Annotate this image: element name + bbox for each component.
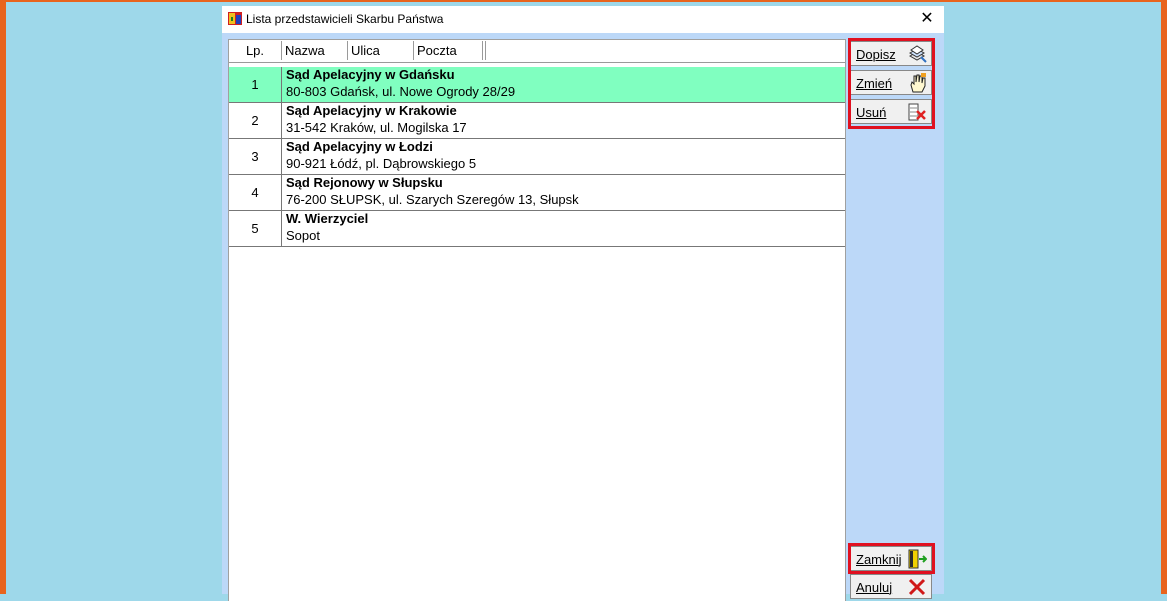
row-number: 1: [229, 67, 282, 102]
row-address: 76-200 SŁUPSK, ul. Szarych Szeregów 13, …: [286, 192, 579, 207]
window-title: Lista przedstawicieli Skarbu Państwa: [246, 12, 444, 26]
add-button-label: Dopisz: [856, 47, 896, 62]
edit-button[interactable]: Zmień: [850, 70, 932, 95]
column-header-poczta[interactable]: Poczta: [413, 41, 481, 60]
column-header-ulica[interactable]: Ulica: [347, 41, 413, 60]
desktop-border-right: [1161, 0, 1167, 594]
close-button-label: Zamknij: [856, 552, 902, 567]
list-header: Lp. Nazwa Ulica Poczta: [229, 40, 845, 63]
edit-button-label: Zmień: [856, 76, 893, 91]
table-row[interactable]: 5 W. Wierzyciel Sopot: [229, 211, 845, 247]
desktop-border-top: [0, 0, 1167, 2]
row-number: 5: [229, 211, 282, 246]
add-record-icon: [908, 45, 927, 63]
close-button[interactable]: Zamknij: [850, 546, 932, 571]
row-number: 3: [229, 139, 282, 174]
row-name: Sąd Apelacyjny w Gdańsku: [286, 67, 455, 82]
row-name: Sąd Apelacyjny w Krakowie: [286, 103, 457, 118]
row-name: Sąd Apelacyjny w Łodzi: [286, 139, 433, 154]
cancel-x-icon: [908, 578, 926, 596]
row-address: 80-803 Gdańsk, ul. Nowe Ogrody 28/29: [286, 84, 516, 99]
table-row[interactable]: 3 Sąd Apelacyjny w Łodzi 90-921 Łódź, pl…: [229, 139, 845, 175]
close-icon[interactable]: ✕: [916, 8, 938, 30]
dialog-client-area: Lp. Nazwa Ulica Poczta 1 Sąd Apelacyjny …: [222, 33, 944, 601]
table-row[interactable]: 1 Sąd Apelacyjny w Gdańsku 80-803 Gdańsk…: [229, 67, 845, 103]
exit-door-icon: [908, 549, 927, 569]
row-name: Sąd Rejonowy w Słupsku: [286, 175, 443, 190]
dialog-window: Lista przedstawicieli Skarbu Państwa ✕ L…: [222, 6, 944, 601]
column-header-end: [482, 41, 486, 60]
delete-button[interactable]: Usuń: [850, 99, 932, 124]
row-number: 2: [229, 103, 282, 138]
column-header-nazwa[interactable]: Nazwa: [281, 41, 347, 60]
delete-button-label: Usuń: [856, 105, 887, 120]
row-address: 31-542 Kraków, ul. Mogilska 17: [286, 120, 467, 135]
delete-record-icon: [908, 103, 926, 121]
row-address: 90-921 Łódź, pl. Dąbrowskiego 5: [286, 156, 477, 171]
cancel-button-label: Anuluj: [856, 580, 893, 595]
hand-edit-icon: [910, 73, 926, 93]
add-button[interactable]: Dopisz: [850, 41, 932, 66]
cancel-button[interactable]: Anuluj: [850, 574, 932, 599]
row-number: 4: [229, 175, 282, 210]
row-name: W. Wierzyciel: [286, 211, 369, 226]
table-row[interactable]: 4 Sąd Rejonowy w Słupsku 76-200 SŁUPSK, …: [229, 175, 845, 211]
title-bar: Lista przedstawicieli Skarbu Państwa ✕: [222, 6, 944, 32]
app-icon: [228, 12, 242, 25]
column-header-lp[interactable]: Lp.: [229, 41, 281, 60]
records-list[interactable]: Lp. Nazwa Ulica Poczta 1 Sąd Apelacyjny …: [228, 39, 846, 601]
desktop-border-left: [0, 0, 6, 594]
table-row[interactable]: 2 Sąd Apelacyjny w Krakowie 31-542 Krakó…: [229, 103, 845, 139]
row-address: Sopot: [286, 228, 320, 243]
